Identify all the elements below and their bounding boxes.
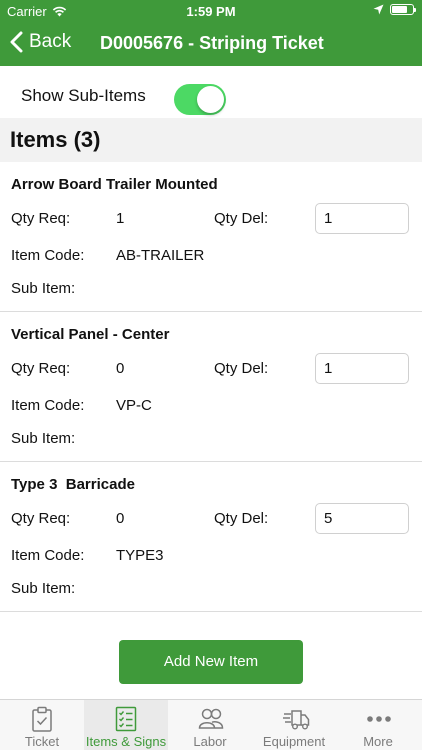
tab-more[interactable]: More [336, 700, 420, 750]
show-sub-items-switch[interactable] [174, 84, 226, 115]
tab-label: Items & Signs [85, 734, 167, 749]
location-arrow-icon [373, 4, 384, 15]
sub-item-label: Sub Item: [11, 430, 76, 447]
qty-req-label: Qty Req: [11, 510, 71, 527]
navigation-bar: Back D0005676 - Striping Ticket [0, 22, 422, 66]
items-section-title: Items (3) [10, 127, 101, 152]
tab-labor[interactable]: Labor [168, 700, 252, 750]
qty-req-label: Qty Req: [11, 210, 71, 227]
back-label: Back [29, 31, 72, 52]
people-icon [198, 708, 224, 729]
checklist-icon [115, 706, 137, 732]
switch-knob [197, 86, 224, 113]
show-sub-items-label: Show Sub-Items [21, 86, 146, 105]
item-code-value: VP-C [116, 397, 152, 414]
more-dots-icon [367, 716, 391, 722]
item-code-value: TYPE3 [116, 547, 164, 564]
tab-equipment[interactable]: Equipment [252, 700, 336, 750]
chevron-left-icon [10, 31, 23, 53]
item-code-label: Item Code: [11, 247, 85, 264]
tab-label: Ticket [24, 734, 60, 749]
truck-icon [283, 710, 310, 730]
item-name: Type 3 Barricade [11, 476, 135, 493]
status-right [373, 4, 416, 15]
page-title: D0005676 - Striping Ticket [100, 33, 324, 53]
back-button[interactable]: Back [10, 31, 71, 53]
qty-req-value: 1 [116, 210, 125, 227]
show-sub-items-row: Show Sub-Items [0, 66, 422, 118]
sub-item-label: Sub Item: [11, 580, 76, 597]
tab-bar: Ticket Items & Signs Labor Equipment Mor… [0, 699, 422, 750]
qty-req-value: 0 [116, 360, 125, 377]
battery-icon [390, 4, 416, 15]
status-bar: Carrier 1:59 PM [0, 0, 422, 22]
clock: 1:59 PM [186, 4, 236, 19]
clipboard-icon [32, 706, 52, 732]
qty-req-value: 0 [116, 510, 125, 527]
tab-label: Labor [193, 734, 227, 749]
qty-del-label: Qty Del: [214, 510, 269, 527]
item-name: Vertical Panel - Center [11, 326, 170, 343]
item-code-label: Item Code: [11, 547, 85, 564]
qty-del-input[interactable]: 5 [315, 503, 409, 534]
qty-del-input[interactable]: 1 [315, 203, 409, 234]
tab-items-signs[interactable]: Items & Signs [84, 700, 168, 750]
qty-del-label: Qty Del: [214, 210, 269, 227]
item-name: Arrow Board Trailer Mounted [11, 176, 218, 193]
items-section-header: Items (3) [0, 118, 422, 162]
item-code-value: AB-TRAILER [116, 247, 205, 264]
sub-item-label: Sub Item: [11, 280, 76, 297]
qty-del-input[interactable]: 1 [315, 353, 409, 384]
item-card: Arrow Board Trailer Mounted Qty Req: 1 Q… [0, 162, 422, 312]
qty-del-label: Qty Del: [214, 360, 269, 377]
item-card: Type 3 Barricade Qty Req: 0 Qty Del: 5 I… [0, 462, 422, 612]
qty-req-label: Qty Req: [11, 360, 71, 377]
tab-label: Equipment [262, 734, 326, 749]
tab-ticket[interactable]: Ticket [0, 700, 84, 750]
item-card: Vertical Panel - Center Qty Req: 0 Qty D… [0, 312, 422, 462]
add-new-item-button[interactable]: Add New Item [119, 640, 303, 684]
tab-label: More [363, 734, 393, 749]
item-code-label: Item Code: [11, 397, 85, 414]
